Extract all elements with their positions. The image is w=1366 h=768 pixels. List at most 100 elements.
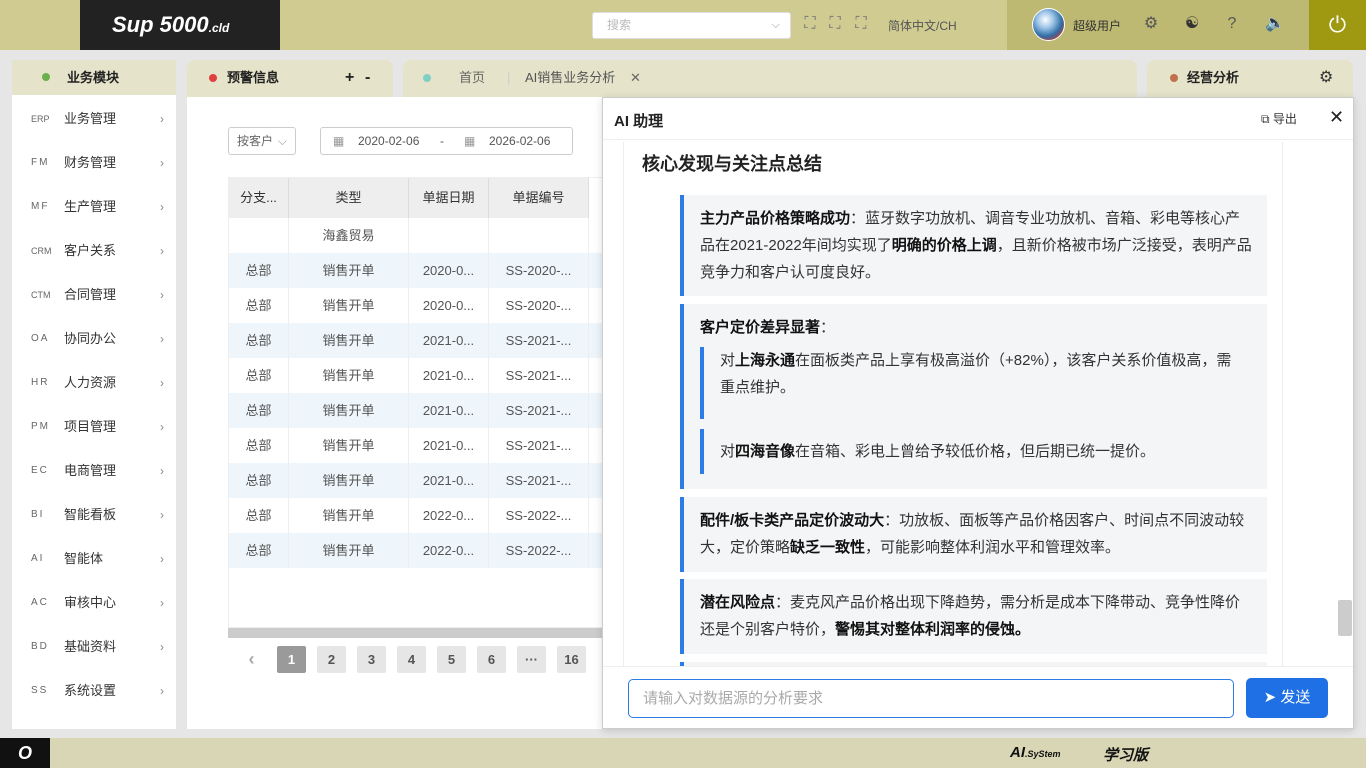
card-text: 在面板类产品上享有极高溢价（+82%），该客户关系价值极高，需重点维护。 xyxy=(720,352,1232,396)
column-header[interactable]: 单据日期 xyxy=(409,178,489,218)
prev-page-button[interactable]: ‹ xyxy=(237,646,266,673)
send-button[interactable]: ➤ 发送 xyxy=(1246,678,1328,718)
avatar[interactable] xyxy=(1032,8,1065,41)
analysis-request-input[interactable]: 请输入对数据源的分析要求 xyxy=(628,679,1234,718)
sidebar-item-bd[interactable]: BD 基础资料 › xyxy=(12,625,176,669)
page-button[interactable]: 4 xyxy=(397,646,426,673)
table-row[interactable]: 总部 销售开单 2021-0... SS-2021-... xyxy=(229,323,602,358)
date-from[interactable]: 2020-02-06 xyxy=(358,128,419,154)
card-heading: 潜在风险点 xyxy=(700,594,776,611)
username[interactable]: 超级用户 xyxy=(1073,17,1121,34)
close-icon[interactable]: ✕ xyxy=(1329,107,1344,128)
help-icon[interactable]: ? xyxy=(1223,15,1241,33)
ai-system-main: AI xyxy=(1010,744,1025,761)
sidebar-item-fm[interactable]: FM 财务管理 › xyxy=(12,141,176,185)
page-button[interactable]: ··· xyxy=(517,646,546,673)
gear-icon[interactable]: ⚙ xyxy=(1319,60,1333,96)
table-cell: 销售开单 xyxy=(289,288,409,323)
tab-ai-sales-analysis[interactable]: AI销售业务分析 xyxy=(525,60,615,96)
vertical-scrollbar[interactable] xyxy=(1338,600,1352,636)
chevron-right-icon: › xyxy=(160,508,164,522)
column-header[interactable]: 分支... xyxy=(229,178,289,218)
sidebar-item-crm[interactable]: CRM 客户关系 › xyxy=(12,229,176,273)
table-row[interactable]: 总部 销售开单 2021-0... SS-2021-... xyxy=(229,393,602,428)
sidebar-header[interactable]: 业务模块 xyxy=(12,60,176,95)
fit-screen-icon[interactable]: ⛶ xyxy=(852,15,870,33)
table-row[interactable]: 总部 销售开单 2020-0... SS-2020-... xyxy=(229,288,602,323)
close-tab-icon[interactable]: ✕ xyxy=(630,60,641,96)
sidebar-item-label: 系统设置 xyxy=(64,683,117,698)
date-range-picker[interactable]: ▦ 2020-02-06 - ▦ 2026-02-06 xyxy=(320,127,573,155)
main-tabbar: 首页 | AI销售业务分析 ✕ xyxy=(403,60,1137,98)
add-tab-button[interactable]: + xyxy=(345,60,354,96)
customer-select[interactable]: 按客户 ⌵ xyxy=(228,127,296,155)
horizontal-scrollbar[interactable] xyxy=(228,628,603,638)
sidebar-item-label: 生产管理 xyxy=(64,199,117,214)
page-button[interactable]: 3 xyxy=(357,646,386,673)
fullscreen-icon[interactable]: ⛶ xyxy=(826,15,844,33)
expand-icon[interactable]: ⛶ xyxy=(801,15,819,33)
sidebar-item-mf[interactable]: MF 生产管理 › xyxy=(12,185,176,229)
language-switch[interactable]: 简体中文/CH xyxy=(888,17,957,34)
date-to[interactable]: 2026-02-06 xyxy=(489,128,550,154)
tab-business-analysis[interactable]: 经营分析 xyxy=(1187,60,1239,96)
sidebar-item-ss[interactable]: SS 系统设置 › xyxy=(12,669,176,713)
table-cell: SS-2020-... xyxy=(489,288,589,323)
tab-home[interactable]: 首页 xyxy=(459,60,485,96)
gear-icon[interactable]: ⚙ xyxy=(1142,15,1160,33)
search-input[interactable]: 搜索 ⌵ xyxy=(592,12,791,39)
app-logo[interactable]: Sup 5000.cld xyxy=(80,0,280,50)
sound-icon[interactable]: 🔈 xyxy=(1265,15,1285,33)
table-row[interactable]: 总部 销售开单 2022-0... SS-2022-... xyxy=(229,498,602,533)
export-button[interactable]: ⧉ 导出 xyxy=(1261,110,1297,127)
power-icon[interactable]: ⏻ xyxy=(1309,0,1366,50)
card-text: 在音箱、彩电上曾给予较低价格，但后期已统一提价。 xyxy=(795,443,1156,460)
bottom-bar: O AI.SyStem 学习版 xyxy=(0,738,1366,768)
table-cell: 总部 xyxy=(229,358,289,393)
group-row[interactable]: 海鑫贸易 xyxy=(229,218,602,253)
sidebar-item-hr[interactable]: HR 人力资源 › xyxy=(12,361,176,405)
table-cell: 总部 xyxy=(229,428,289,463)
table-cell xyxy=(409,218,489,253)
table-cell: SS-2021-... xyxy=(489,463,589,498)
sidebar-item-code: SS xyxy=(31,685,49,696)
table-cell: 2021-0... xyxy=(409,323,489,358)
sidebar-item-code: FM xyxy=(31,157,50,168)
table-cell: 销售开单 xyxy=(289,428,409,463)
sidebar-item-ec[interactable]: EC 电商管理 › xyxy=(12,449,176,493)
sidebar-item-ai[interactable]: AI 智能体 › xyxy=(12,537,176,581)
table-row[interactable]: 总部 销售开单 2021-0... SS-2021-... xyxy=(229,358,602,393)
table-cell: 总部 xyxy=(229,498,289,533)
page-button[interactable]: 1 xyxy=(277,646,306,673)
table-row[interactable]: 总部 销售开单 2021-0... SS-2021-... xyxy=(229,428,602,463)
table-cell: 2021-0... xyxy=(409,428,489,463)
sidebar-item-code: BD xyxy=(31,641,49,652)
page-button[interactable]: 5 xyxy=(437,646,466,673)
sidebar-item-pm[interactable]: PM 项目管理 › xyxy=(12,405,176,449)
sidebar-item-code: CTM xyxy=(31,290,51,300)
table-row[interactable]: 总部 销售开单 2022-0... SS-2022-... xyxy=(229,533,602,568)
card-text: ： xyxy=(820,319,836,336)
page-button[interactable]: 2 xyxy=(317,646,346,673)
status-dot-icon xyxy=(42,73,50,81)
ai-response-area[interactable]: 核心发现与关注点总结 主力产品价格策略成功：蓝牙数字功放机、调音专业功放机、音箱… xyxy=(623,142,1283,666)
sidebar-item-ac[interactable]: AC 审核中心 › xyxy=(12,581,176,625)
remove-tab-button[interactable]: - xyxy=(365,60,370,96)
page-button[interactable]: 6 xyxy=(477,646,506,673)
tab-alerts[interactable]: 预警信息 xyxy=(227,60,279,96)
sidebar-item-oa[interactable]: OA 协同办公 › xyxy=(12,317,176,361)
data-table: 分支... 类型 单据日期 单据编号 海鑫贸易 总部 销售开单 2020-0... S… xyxy=(228,177,603,628)
column-header[interactable]: 类型 xyxy=(289,178,409,218)
sidebar-item-code: ERP xyxy=(31,114,50,124)
bottom-logo[interactable]: O xyxy=(0,738,50,768)
sidebar-title: 业务模块 xyxy=(67,70,120,85)
table-row[interactable]: 总部 销售开单 2020-0... SS-2020-... xyxy=(229,253,602,288)
sidebar-item-erp[interactable]: ERP 业务管理 › xyxy=(12,97,176,141)
sidebar-item-ctm[interactable]: CTM 合同管理 › xyxy=(12,273,176,317)
sidebar-item-bi[interactable]: BI 智能看板 › xyxy=(12,493,176,537)
theme-icon[interactable]: ☯ xyxy=(1183,15,1201,33)
column-header[interactable]: 单据编号 xyxy=(489,178,589,218)
sidebar-item-code: BI xyxy=(31,509,45,520)
page-button[interactable]: 16 xyxy=(557,646,586,673)
table-row[interactable]: 总部 销售开单 2021-0... SS-2021-... xyxy=(229,463,602,498)
